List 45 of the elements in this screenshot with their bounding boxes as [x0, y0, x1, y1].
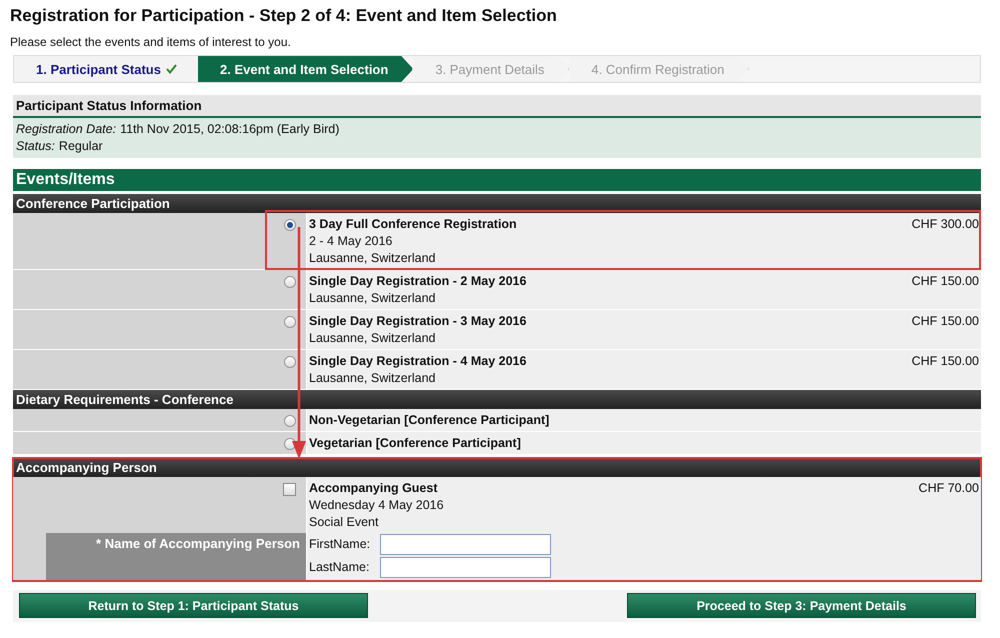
item-detail: Lausanne, Switzerland — [309, 370, 436, 387]
field-label: Registration Date: — [16, 122, 116, 136]
item-title: Accompanying Guest — [309, 480, 438, 497]
input-field[interactable] — [380, 557, 551, 578]
item-price: CHF 150.00 — [912, 313, 979, 330]
item-price: CHF 300.00 — [912, 216, 979, 233]
item-price: CHF 150.00 — [912, 273, 979, 290]
item-price: CHF 70.00 — [918, 480, 979, 497]
nav-button[interactable]: Return to Step 1: Participant Status — [19, 593, 368, 618]
checkbox[interactable] — [283, 483, 296, 496]
item-detail: Wednesday 4 May 2016 — [309, 497, 444, 514]
step-tab[interactable]: 2. Event and Item Selection — [198, 56, 414, 82]
section-heading: Accompanying Person — [13, 458, 981, 477]
section-heading: Dietary Requirements - Conference — [13, 390, 981, 409]
item-detail: Social Event — [309, 514, 380, 531]
item-detail: Lausanne, Switzerland — [309, 290, 436, 307]
item-price: CHF 150.00 — [912, 353, 979, 370]
radio-button[interactable] — [284, 415, 296, 427]
nav-button[interactable]: Proceed to Step 3: Payment Details — [627, 593, 976, 618]
item-detail: Lausanne, Switzerland — [309, 330, 436, 347]
page-subtitle: Please select the events and items of interest to you. — [10, 35, 292, 49]
field-value: 11th Nov 2015, 02:08:16pm (Early Bird) — [120, 122, 340, 136]
field-label: FirstName: — [309, 536, 372, 553]
item-title: Vegetarian [Conference Participant] — [309, 435, 521, 452]
events-heading: Events/Items — [13, 169, 981, 191]
item-detail: Lausanne, Switzerland — [309, 250, 436, 267]
checkmark-icon — [166, 64, 177, 74]
item-title: Non-Vegetarian [Conference Participant] — [309, 412, 550, 429]
item-title: Single Day Registration - 3 May 2016 — [309, 313, 526, 330]
panel-heading: Participant Status Information — [13, 95, 981, 118]
item-title: Single Day Registration - 4 May 2016 — [309, 353, 526, 370]
page-title: Registration for Participation - Step 2 of 4: Event and Item Selection — [10, 5, 558, 26]
required-field-label: * Name of Accompanying Person — [46, 533, 306, 580]
radio-button[interactable] — [284, 276, 296, 288]
input-field[interactable] — [380, 534, 551, 555]
radio-button[interactable] — [284, 356, 296, 368]
item-title: Single Day Registration - 2 May 2016 — [309, 273, 526, 290]
section-heading: Conference Participation — [13, 194, 981, 213]
field-label: LastName: — [309, 559, 370, 576]
radio-button[interactable] — [284, 316, 296, 328]
radio-button[interactable] — [284, 219, 296, 231]
field-label: Status: — [16, 139, 55, 153]
item-detail: 2 - 4 May 2016 — [309, 233, 394, 250]
field-value: Regular — [58, 139, 103, 153]
item-title: 3 Day Full Conference Registration — [309, 216, 517, 233]
